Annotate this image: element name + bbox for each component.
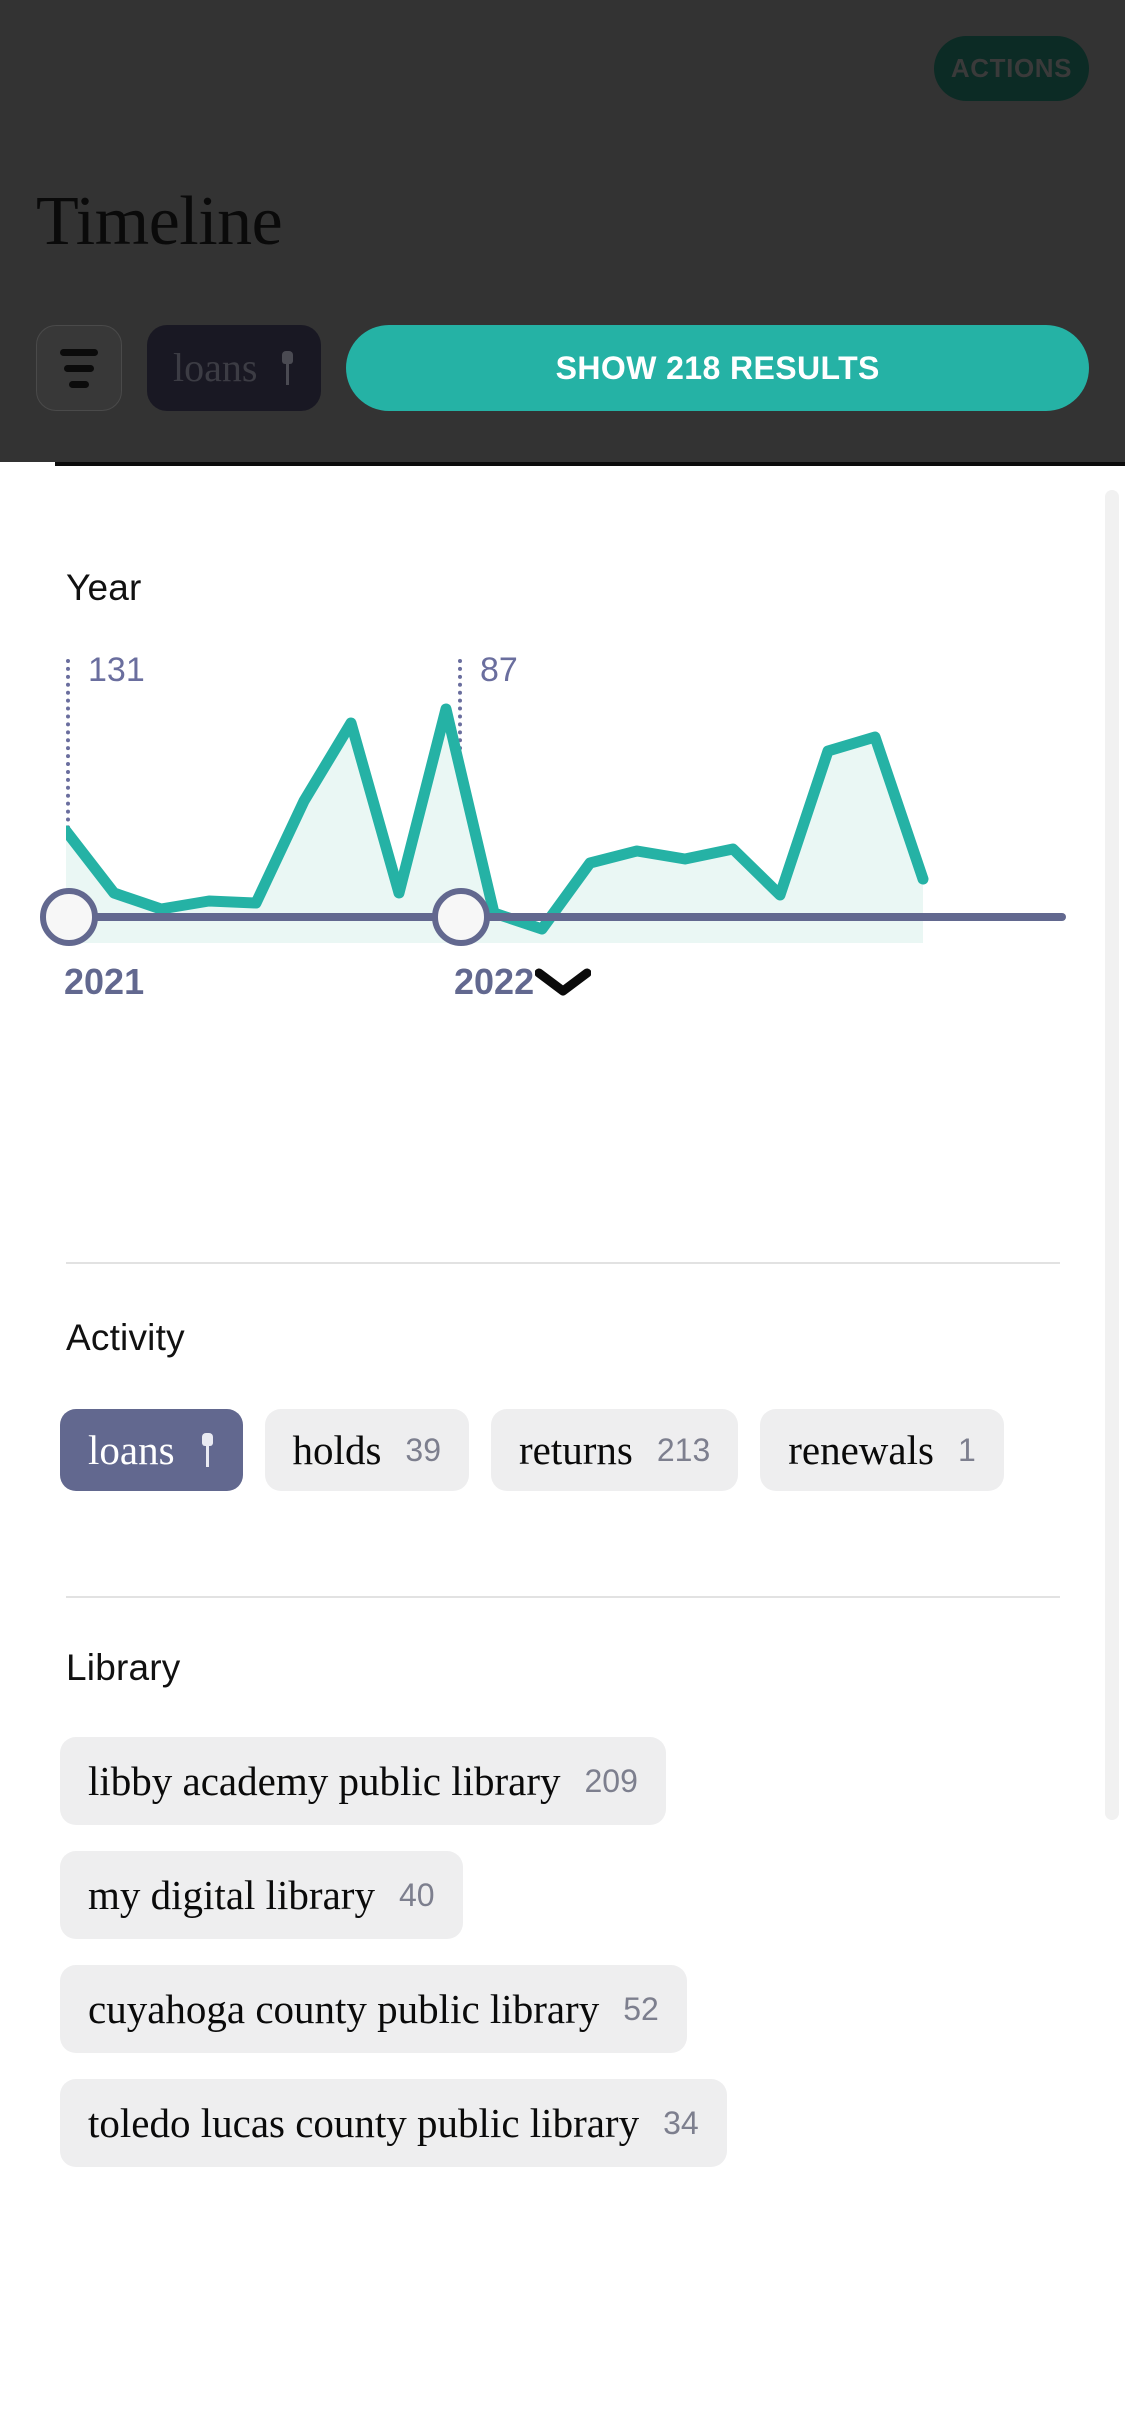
facet-count: 52 bbox=[623, 1991, 659, 2027]
activity-facet-loans[interactable]: loans bbox=[60, 1409, 243, 1491]
facet-count: 34 bbox=[663, 2105, 699, 2141]
facet-count: 40 bbox=[398, 1877, 435, 1913]
panel-scrollbar-thumb[interactable] bbox=[1105, 490, 1119, 1820]
year-range-slider-track[interactable] bbox=[66, 913, 1066, 921]
page-title: Timeline bbox=[36, 183, 283, 260]
section-library: Library libby academy public library 209… bbox=[0, 1647, 1125, 2167]
pin-icon bbox=[199, 1433, 215, 1467]
actions-button[interactable]: ACTIONS bbox=[934, 36, 1089, 101]
activity-section-label: Activity bbox=[66, 1317, 185, 1358]
facet-count: 213 bbox=[656, 1432, 711, 1468]
activity-facet-renewals[interactable]: renewals 1 bbox=[760, 1409, 1004, 1491]
facet-label: libby academy public library bbox=[88, 1757, 561, 1804]
library-facet-list: libby academy public library 209 my digi… bbox=[60, 1737, 1070, 2193]
year-tick-2022: 2022 bbox=[454, 961, 535, 1002]
year-histogram-chart: 131 87 2021 2022 bbox=[40, 651, 1066, 1002]
filters-panel: Year 131 87 2021 2022 Activity loans hol… bbox=[0, 462, 1125, 2436]
show-results-button[interactable]: SHOW 218 RESULTS bbox=[346, 325, 1089, 411]
activity-facet-list: loans holds 39 returns 213 renewals 1 bbox=[60, 1409, 1070, 1511]
facet-label: returns bbox=[519, 1426, 633, 1473]
panel-scrollbar[interactable] bbox=[1105, 468, 1119, 2428]
filter-toolbar: loans SHOW 218 RESULTS bbox=[36, 325, 1089, 445]
year-range-slider-handle-start[interactable] bbox=[40, 888, 98, 946]
facet-count: 1 bbox=[957, 1432, 976, 1468]
activity-facet-holds[interactable]: holds 39 bbox=[264, 1409, 469, 1491]
section-year: Year 131 87 2021 2022 bbox=[0, 567, 1125, 1002]
library-facet-libby-academy[interactable]: libby academy public library 209 bbox=[60, 1737, 666, 1825]
chip-label: loans bbox=[173, 345, 258, 390]
divider-year-activity bbox=[66, 1262, 1060, 1264]
facet-label: toledo lucas county public library bbox=[88, 2099, 640, 2146]
library-facet-my-digital-library[interactable]: my digital library 40 bbox=[60, 1851, 463, 1939]
panel-top-divider bbox=[55, 462, 1125, 466]
library-section-label: Library bbox=[66, 1647, 181, 1688]
section-activity: Activity loans holds 39 returns 213 rene… bbox=[0, 1317, 1125, 1491]
facet-label: renewals bbox=[788, 1426, 934, 1473]
chevron-down-icon[interactable] bbox=[534, 967, 591, 997]
activity-facet-returns[interactable]: returns 213 bbox=[491, 1409, 739, 1491]
filter-lines-icon[interactable] bbox=[36, 325, 122, 411]
library-facet-toledo-lucas-county[interactable]: toledo lucas county public library 34 bbox=[60, 2079, 727, 2167]
facet-label: holds bbox=[292, 1426, 382, 1473]
facet-label: loans bbox=[88, 1426, 175, 1473]
divider-activity-library bbox=[66, 1596, 1060, 1598]
facet-label: cuyahoga county public library bbox=[88, 1985, 600, 2032]
facet-label: my digital library bbox=[88, 1871, 375, 1918]
screen-root: Year 131 87 2021 2022 Activity loans hol… bbox=[0, 0, 1125, 2436]
active-filter-chip-loans[interactable]: loans bbox=[147, 325, 322, 411]
activity-sparkline bbox=[66, 703, 929, 943]
library-facet-cuyahoga-county[interactable]: cuyahoga county public library 52 bbox=[60, 1965, 687, 2053]
pin-icon bbox=[279, 351, 295, 385]
year-range-slider-handle-end[interactable] bbox=[432, 888, 490, 946]
facet-count: 39 bbox=[405, 1432, 441, 1468]
facet-count: 209 bbox=[584, 1763, 638, 1799]
year-section-label: Year bbox=[66, 567, 142, 608]
year-tick-2021: 2021 bbox=[64, 961, 145, 1002]
